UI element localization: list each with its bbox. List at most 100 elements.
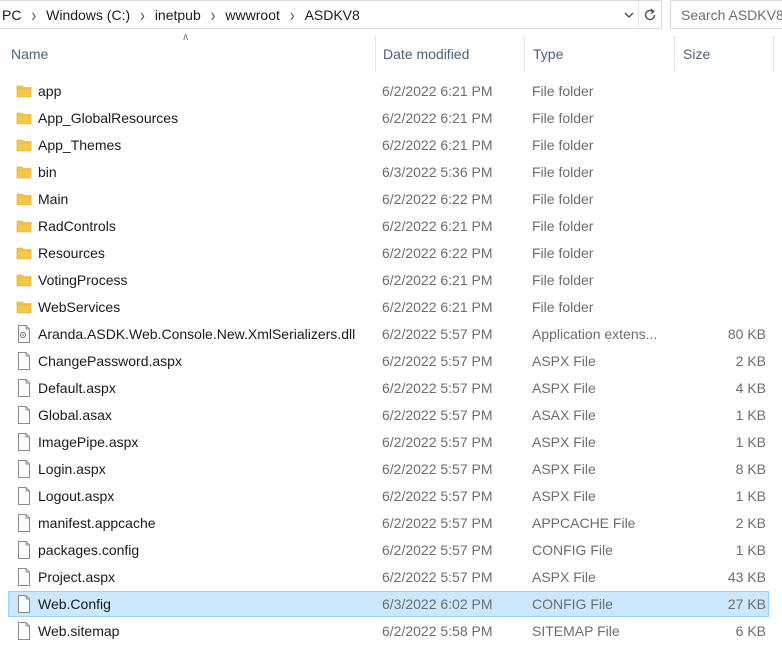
column-header-type-label: Type bbox=[533, 46, 564, 62]
file-type: File folder bbox=[532, 272, 594, 288]
file-row[interactable]: bin 6/3/2022 5:36 PM File folder bbox=[8, 159, 769, 185]
file-type: File folder bbox=[532, 137, 594, 153]
file-row[interactable]: Login.aspx 6/2/2022 5:57 PM ASPX File 8 KB bbox=[8, 456, 769, 482]
column-header-date[interactable]: Date modified bbox=[375, 36, 524, 72]
file-type: ASPX File bbox=[532, 380, 596, 396]
column-header-type[interactable]: Type bbox=[524, 36, 674, 72]
file-type: CONFIG File bbox=[532, 596, 613, 612]
file-name: RadControls bbox=[38, 218, 116, 234]
search-input[interactable]: Search ASDKV8 bbox=[670, 0, 782, 29]
file-date-modified: 6/2/2022 6:22 PM bbox=[382, 245, 493, 261]
file-name: VotingProcess bbox=[38, 272, 128, 288]
file-icon bbox=[15, 349, 33, 373]
column-header-date-label: Date modified bbox=[383, 46, 470, 62]
breadcrumb-separator-icon[interactable]: › bbox=[207, 4, 220, 25]
file-date-modified: 6/2/2022 5:57 PM bbox=[382, 515, 493, 531]
chevron-down-icon bbox=[624, 12, 634, 18]
file-name: Login.aspx bbox=[38, 461, 106, 477]
file-date-modified: 6/2/2022 6:22 PM bbox=[382, 191, 493, 207]
folder-icon bbox=[15, 133, 33, 157]
file-row[interactable]: ImagePipe.aspx 6/2/2022 5:57 PM ASPX File 1… bbox=[8, 429, 769, 455]
file-name: ChangePassword.aspx bbox=[38, 353, 182, 369]
file-type: File folder bbox=[532, 83, 594, 99]
file-size: 2 KB bbox=[735, 515, 766, 531]
folder-icon bbox=[15, 79, 33, 103]
file-date-modified: 6/2/2022 6:21 PM bbox=[382, 218, 493, 234]
file-icon bbox=[15, 376, 33, 400]
file-row[interactable]: WebServices 6/2/2022 6:21 PM File folder bbox=[8, 294, 769, 320]
file-size: 80 KB bbox=[727, 326, 766, 342]
file-date-modified: 6/2/2022 5:57 PM bbox=[382, 542, 493, 558]
file-row[interactable]: Resources 6/2/2022 6:22 PM File folder bbox=[8, 240, 769, 266]
address-bar[interactable]: PC › Windows (C:) › inetpub › wwwroot › ASDKV8 bbox=[0, 0, 662, 29]
folder-icon bbox=[15, 160, 33, 184]
breadcrumb-item[interactable]: inetpub bbox=[149, 7, 207, 23]
file-type: Application extens... bbox=[532, 326, 658, 342]
file-size bbox=[674, 241, 766, 265]
file-row[interactable]: VotingProcess 6/2/2022 6:21 PM File folder bbox=[8, 267, 769, 293]
dll-file-icon bbox=[15, 322, 33, 346]
file-type: ASAX File bbox=[532, 407, 596, 423]
file-row[interactable]: Aranda.ASDK.Web.Console.New.XmlSerialize… bbox=[8, 321, 769, 347]
file-row[interactable]: App_Themes 6/2/2022 6:21 PM File folder bbox=[8, 132, 769, 158]
file-row[interactable]: app 6/2/2022 6:21 PM File folder bbox=[8, 78, 769, 104]
file-name: manifest.appcache bbox=[38, 515, 156, 531]
file-date-modified: 6/2/2022 6:21 PM bbox=[382, 272, 493, 288]
file-date-modified: 6/2/2022 5:57 PM bbox=[382, 407, 493, 423]
breadcrumb-separator-icon[interactable]: › bbox=[286, 4, 299, 25]
file-name: app bbox=[38, 83, 62, 99]
breadcrumb-item[interactable]: PC bbox=[0, 7, 27, 23]
file-row[interactable]: App_GlobalResources 6/2/2022 6:21 PM File … bbox=[8, 105, 769, 131]
file-size: 4 KB bbox=[735, 380, 766, 396]
file-date-modified: 6/2/2022 5:57 PM bbox=[382, 326, 493, 342]
file-row[interactable]: Web.Config 6/3/2022 6:02 PM CONFIG File 27 … bbox=[8, 591, 769, 617]
file-name: Main bbox=[38, 191, 69, 207]
breadcrumb-separator-icon[interactable]: › bbox=[136, 4, 149, 25]
file-name: Web.sitemap bbox=[38, 623, 120, 639]
file-row[interactable]: ChangePassword.aspx 6/2/2022 5:57 PM ASPX … bbox=[8, 348, 769, 374]
folder-icon bbox=[15, 214, 33, 238]
file-row[interactable]: Web.sitemap 6/2/2022 5:58 PM SITEMAP File 6… bbox=[8, 618, 769, 644]
file-row[interactable]: manifest.appcache 6/2/2022 5:57 PM APPCACH… bbox=[8, 510, 769, 536]
file-row[interactable]: Logout.aspx 6/2/2022 5:57 PM ASPX File 1 KB bbox=[8, 483, 769, 509]
breadcrumb-item[interactable]: ASDKV8 bbox=[299, 7, 366, 23]
breadcrumb: PC › Windows (C:) › inetpub › wwwroot › ASDKV8 bbox=[0, 1, 620, 28]
file-type: File folder bbox=[532, 245, 594, 261]
file-row[interactable]: Project.aspx 6/2/2022 5:57 PM ASPX File 43 … bbox=[8, 564, 769, 590]
file-name: Aranda.ASDK.Web.Console.New.XmlSerialize… bbox=[38, 326, 356, 342]
breadcrumb-item[interactable]: wwwroot bbox=[219, 7, 285, 23]
column-header-size[interactable]: Size bbox=[674, 36, 774, 72]
breadcrumb-separator-icon[interactable]: › bbox=[27, 4, 40, 25]
file-type: APPCACHE File bbox=[532, 515, 636, 531]
file-name: Resources bbox=[38, 245, 105, 261]
file-type: File folder bbox=[532, 299, 594, 315]
breadcrumb-item[interactable]: Windows (C:) bbox=[40, 7, 136, 23]
file-row[interactable]: Main 6/2/2022 6:22 PM File folder bbox=[8, 186, 769, 212]
file-type: ASPX File bbox=[532, 488, 596, 504]
file-icon bbox=[15, 619, 33, 643]
file-row[interactable]: Global.asax 6/2/2022 5:57 PM ASAX File 1 KB bbox=[8, 402, 769, 428]
file-type: ASPX File bbox=[532, 353, 596, 369]
sort-ascending-icon: ∧ bbox=[182, 32, 190, 43]
file-type: File folder bbox=[532, 191, 594, 207]
address-dropdown-button[interactable] bbox=[620, 1, 638, 28]
file-date-modified: 6/2/2022 6:21 PM bbox=[382, 83, 493, 99]
file-name: App_Themes bbox=[38, 137, 122, 153]
file-name: Project.aspx bbox=[38, 569, 116, 585]
file-row[interactable]: Default.aspx 6/2/2022 5:57 PM ASPX File 4 K… bbox=[8, 375, 769, 401]
file-row[interactable]: RadControls 6/2/2022 6:21 PM File folder bbox=[8, 213, 769, 239]
file-size: 6 KB bbox=[735, 623, 766, 639]
file-row[interactable]: packages.config 6/2/2022 5:57 PM CONFIG Fi… bbox=[8, 537, 769, 563]
column-header-name[interactable]: Name ∧ bbox=[0, 32, 374, 72]
file-icon bbox=[15, 430, 33, 454]
folder-icon bbox=[15, 295, 33, 319]
column-header-name-label: Name bbox=[11, 46, 49, 62]
file-icon bbox=[15, 565, 33, 589]
column-header-size-label: Size bbox=[683, 46, 711, 62]
file-type: ASPX File bbox=[532, 569, 596, 585]
file-size: 1 KB bbox=[735, 542, 766, 558]
file-icon bbox=[15, 403, 33, 427]
refresh-button[interactable] bbox=[638, 1, 661, 28]
file-size: 27 KB bbox=[727, 596, 766, 612]
file-size: 1 KB bbox=[735, 434, 766, 450]
